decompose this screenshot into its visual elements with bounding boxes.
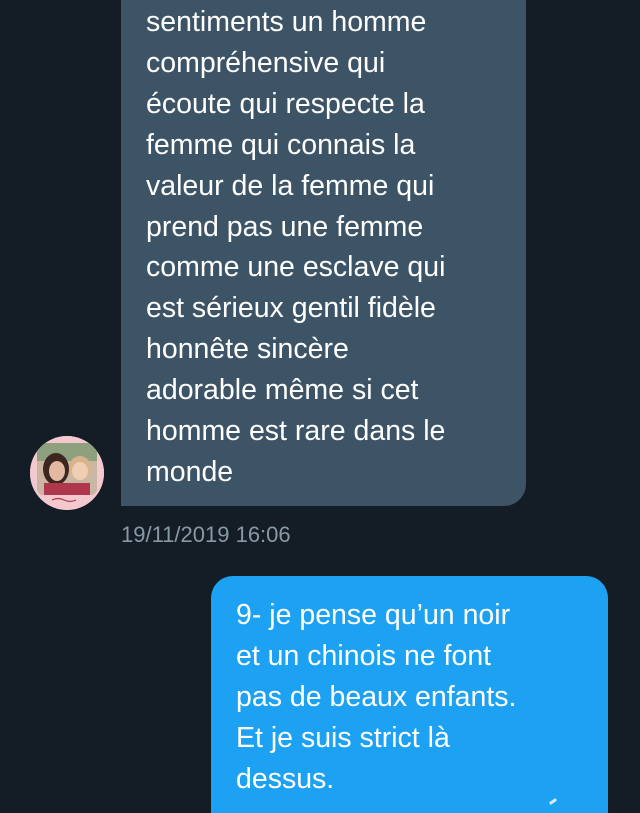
message-line: prend pas une femme xyxy=(146,210,424,243)
message-line: adorable même si cet xyxy=(146,374,419,407)
message-line: homme est rare dans le xyxy=(146,415,446,448)
message-line: sentiments un homme xyxy=(146,6,427,38)
avatar[interactable] xyxy=(30,436,104,510)
message-line: écoute qui respecte la xyxy=(146,87,425,120)
message-line: honnête sincère xyxy=(146,333,349,366)
message-line: femme qui connais la xyxy=(146,128,416,161)
incoming-message-bubble[interactable]: sentiments un homme compréhensive qui éc… xyxy=(121,0,526,506)
message-line: 9- je pense qu’un noir xyxy=(236,599,511,631)
message-line: monde xyxy=(146,455,234,488)
message-line: et un chinois ne font xyxy=(236,639,492,672)
message-line: pas de beaux enfants. xyxy=(236,680,517,713)
message-line: est sérieux gentil fidèle xyxy=(146,292,436,325)
outgoing-message-bubble[interactable]: 9- je pense qu’un noir et un chinois ne … xyxy=(211,576,608,813)
message-line: comme une esclave qui xyxy=(146,251,446,284)
dm-conversation-screen: sentiments un homme compréhensive qui éc… xyxy=(0,0,640,813)
message-line: Et je suis strict là xyxy=(236,721,450,754)
message-timestamp: 19/11/2019 16:06 xyxy=(121,522,291,547)
message-line: valeur de la femme qui xyxy=(146,169,435,202)
message-line: compréhensive qui xyxy=(146,46,386,79)
message-line: dessus. xyxy=(236,762,335,795)
user-avatar-photo xyxy=(30,436,104,510)
